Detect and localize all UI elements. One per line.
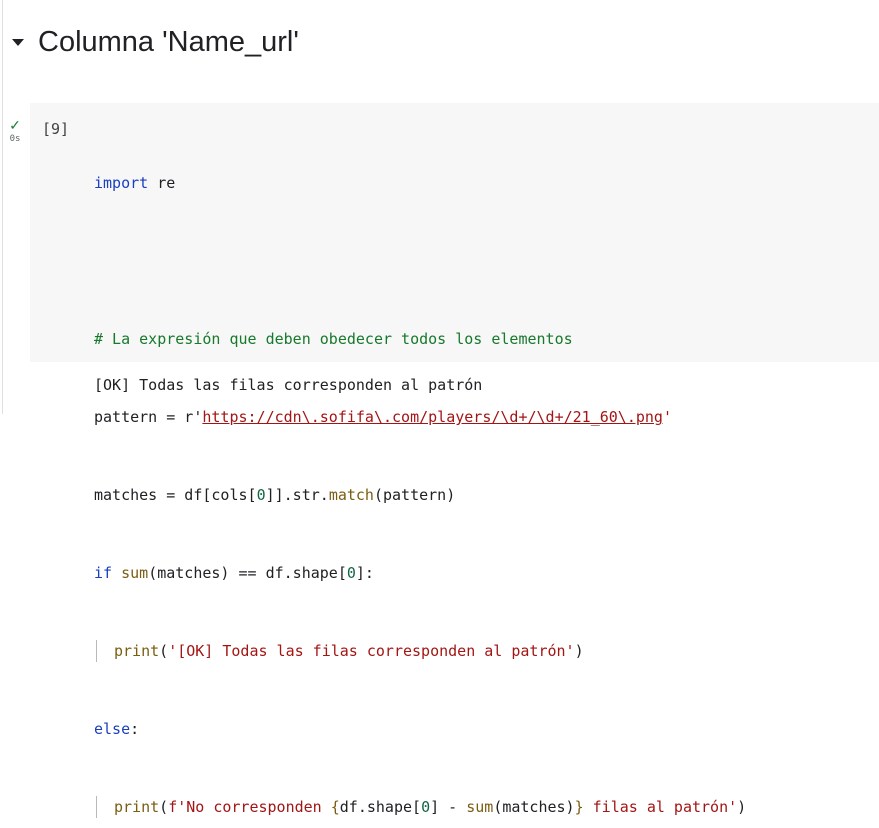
keyword: if <box>94 564 113 582</box>
function-name: sum <box>121 564 149 582</box>
code-comment: # La expresión que deben obedecer todos … <box>94 330 573 348</box>
brace: } <box>574 798 584 816</box>
code-text: matches = df[cols[ <box>94 486 257 504</box>
code-text: df.shape[ <box>339 798 422 816</box>
code-string: '[OK] Todas las filas corresponden al pa… <box>168 642 575 660</box>
code-line-9: print(f'No corresponden {df.shape[0] - s… <box>94 794 746 820</box>
code-string: filas al patrón' <box>583 798 738 816</box>
code-number: 0 <box>346 564 356 582</box>
code-editor[interactable]: import re # La expresión que deben obede… <box>94 118 746 828</box>
code-text: ] - <box>430 798 467 816</box>
code-text: ]].str. <box>265 486 329 504</box>
code-line-4: pattern = r'https://cdn\.sofifa\.com/pla… <box>94 404 746 430</box>
code-text: pattern = r' <box>94 408 203 426</box>
code-number: 0 <box>256 486 266 504</box>
function-name: match <box>328 486 374 504</box>
check-icon[interactable]: ✓ <box>0 118 30 132</box>
code-line-5: matches = df[cols[0]].str.match(pattern) <box>94 482 746 508</box>
function-name: sum <box>466 798 494 816</box>
code-string: ' <box>662 408 672 426</box>
function-name: print <box>114 798 160 816</box>
keyword: else <box>94 720 131 738</box>
code-line-1: import re <box>94 170 746 196</box>
code-text: ( <box>159 642 169 660</box>
code-text: re <box>148 174 176 192</box>
code-line-3: # La expresión que deben obedecer todos … <box>94 326 746 352</box>
execution-time: 0s <box>9 134 21 144</box>
code-string: f'No corresponden <box>168 798 331 816</box>
indent-guide <box>94 794 114 820</box>
section-title: Columna 'Name_url' <box>38 25 299 58</box>
brace: { <box>330 798 340 816</box>
url-link[interactable]: https://cdn\.sofifa\.com/players/\d+/\d+… <box>202 408 663 426</box>
code-text: : <box>130 720 140 738</box>
code-text: (matches) == df.shape[ <box>148 564 347 582</box>
code-text: ) <box>574 642 584 660</box>
code-text: ( <box>159 798 169 816</box>
keyword: import <box>94 174 149 192</box>
code-line-8: else: <box>94 716 746 742</box>
code-line-6: if sum(matches) == df.shape[0]: <box>94 560 746 586</box>
section-header[interactable]: Columna 'Name_url' <box>0 18 299 66</box>
function-name: print <box>114 642 160 660</box>
code-text: ]: <box>355 564 374 582</box>
code-number: 0 <box>421 798 431 816</box>
code-text: (matches) <box>493 798 575 816</box>
code-text: (pattern) <box>373 486 456 504</box>
caret-down-icon[interactable] <box>12 38 24 46</box>
cell-run-status[interactable]: ✓ 0s <box>0 118 30 144</box>
execution-count: [9] <box>42 120 70 138</box>
cell-output: [OK] Todas las filas corresponden al pat… <box>94 376 483 394</box>
indent-guide <box>94 638 114 664</box>
code-line-7: print('[OK] Todas las filas corresponden… <box>94 638 746 664</box>
code-text: ) <box>737 798 747 816</box>
